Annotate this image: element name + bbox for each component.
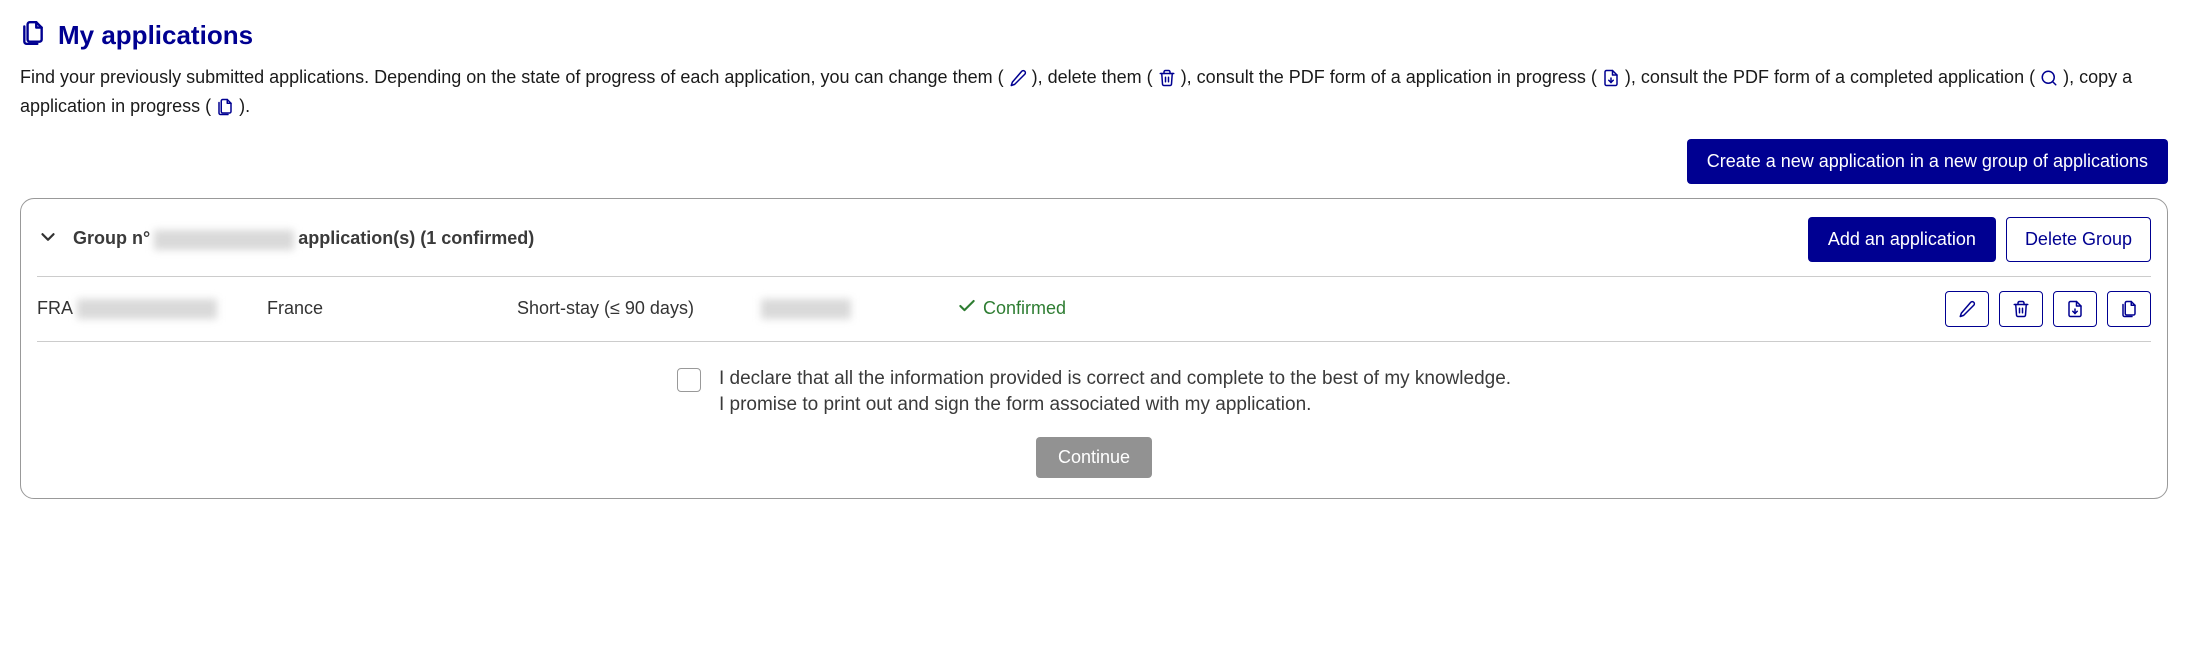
add-application-button[interactable]: Add an application <box>1808 217 1996 262</box>
application-stay-type: Short-stay (≤ 90 days) <box>517 298 757 319</box>
declaration-checkbox[interactable] <box>677 368 701 392</box>
application-reference: FRA <box>37 298 267 319</box>
redacted-reference <box>77 299 217 319</box>
edit-button[interactable] <box>1945 291 1989 327</box>
continue-button[interactable]: Continue <box>1036 437 1152 478</box>
redacted-date <box>761 299 851 319</box>
create-group-button[interactable]: Create a new application in a new group … <box>1687 139 2168 184</box>
redacted-group-id <box>154 230 294 250</box>
group-title: Group n°application(s) (1 confirmed) <box>73 228 534 249</box>
application-row: FRA France Short-stay (≤ 90 days) Confir… <box>37 276 2151 342</box>
search-icon <box>2040 67 2063 87</box>
group-container: Group n°application(s) (1 confirmed) Add… <box>20 198 2168 499</box>
documents-icon <box>20 20 46 51</box>
intro-text: Find your previously submitted applicati… <box>20 63 2168 121</box>
copy-button[interactable] <box>2107 291 2151 327</box>
copy-icon <box>216 96 239 116</box>
delete-group-button[interactable]: Delete Group <box>2006 217 2151 262</box>
chevron-down-icon[interactable] <box>37 226 59 253</box>
trash-icon <box>1158 67 1181 87</box>
declaration-text: I declare that all the information provi… <box>719 366 1511 419</box>
application-status: Confirmed <box>957 296 1945 321</box>
pdf-icon <box>1602 67 1625 87</box>
pdf-button[interactable] <box>2053 291 2097 327</box>
application-date <box>757 299 957 319</box>
check-icon <box>957 296 977 321</box>
pencil-icon <box>1009 67 1032 87</box>
page-title: My applications <box>58 20 253 51</box>
application-country: France <box>267 298 517 319</box>
delete-button[interactable] <box>1999 291 2043 327</box>
